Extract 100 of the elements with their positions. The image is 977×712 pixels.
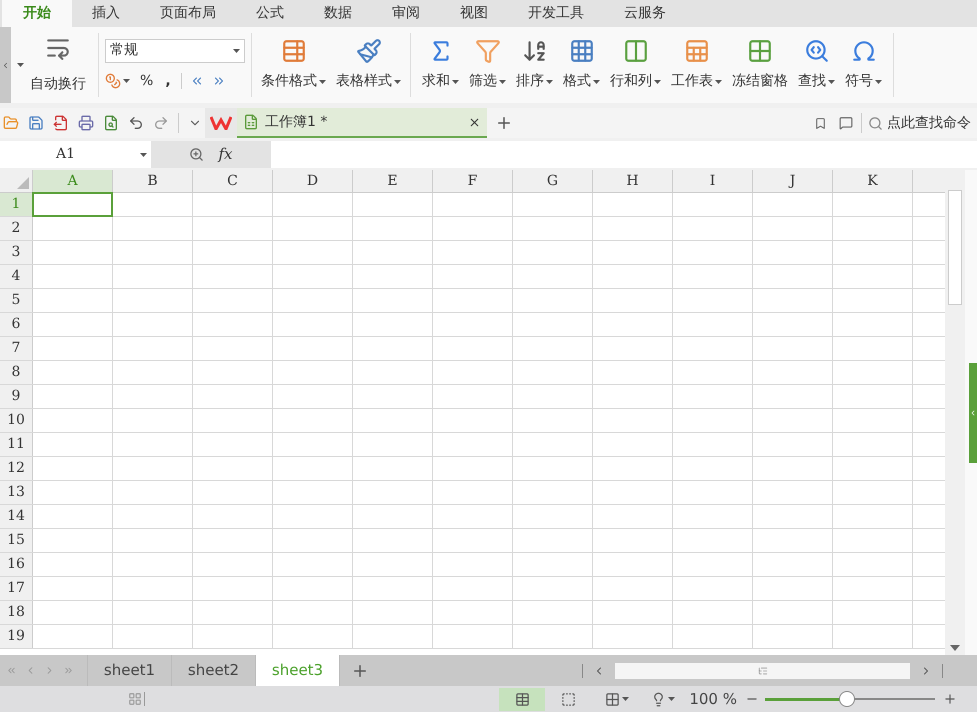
row-header[interactable]: 18 xyxy=(0,601,33,624)
printer-icon[interactable] xyxy=(78,115,94,131)
caret-icon xyxy=(593,80,600,84)
row-header[interactable]: 8 xyxy=(0,361,33,384)
row-header[interactable]: 9 xyxy=(0,385,33,408)
column-header[interactable]: J xyxy=(753,170,833,192)
zoom-icon[interactable] xyxy=(189,147,204,162)
row-header[interactable]: 12 xyxy=(0,457,33,480)
grid-icon xyxy=(747,38,773,64)
column-header[interactable]: C xyxy=(193,170,273,192)
search-icon xyxy=(868,116,883,130)
save-icon[interactable] xyxy=(28,115,44,131)
horizontal-scrollbar[interactable] xyxy=(615,662,910,678)
ribbon-button[interactable]: 排序 xyxy=(511,34,558,96)
caret-icon xyxy=(452,80,459,84)
view-button[interactable] xyxy=(499,688,546,710)
currency-icon[interactable] xyxy=(105,73,121,89)
command-search-field[interactable]: 点此查找命令 xyxy=(862,112,977,134)
preview-icon[interactable] xyxy=(103,115,119,131)
row-header[interactable]: 4 xyxy=(0,265,33,288)
row-header[interactable]: 13 xyxy=(0,481,33,504)
row-header[interactable]: 11 xyxy=(0,433,33,456)
column-header[interactable]: B xyxy=(113,170,193,192)
logo-icon xyxy=(210,116,232,130)
caret-icon xyxy=(828,80,835,84)
ribbon-button[interactable]: 工作表 xyxy=(666,34,727,96)
column-header[interactable]: I xyxy=(673,170,753,192)
spreadsheet-icon xyxy=(243,114,259,130)
message-icon[interactable] xyxy=(839,116,853,130)
side-panel-handle[interactable] xyxy=(969,362,977,462)
ribbon-button[interactable]: 行和列 xyxy=(605,34,666,96)
zoom-slider-thumb[interactable] xyxy=(838,691,855,707)
chevron-left-icon xyxy=(1,60,10,70)
export-icon[interactable] xyxy=(53,115,69,131)
formula-field[interactable] xyxy=(271,141,977,168)
row-header[interactable]: 10 xyxy=(0,409,33,432)
row-header[interactable]: 7 xyxy=(0,337,33,360)
ribbon-button[interactable]: 表格样式 xyxy=(331,34,406,96)
row-header[interactable]: 16 xyxy=(0,553,33,576)
column-header[interactable]: K xyxy=(833,170,913,192)
comma-button[interactable]: , xyxy=(163,70,173,92)
row-header[interactable]: 17 xyxy=(0,577,33,600)
row-header[interactable]: 3 xyxy=(0,241,33,264)
ribbon-tab[interactable]: 开始 xyxy=(2,0,72,27)
ribbon-tab[interactable]: 云服务 xyxy=(604,0,686,27)
ribbon-tab[interactable]: 开发工具 xyxy=(508,0,604,27)
bookmark-icon[interactable] xyxy=(814,116,827,130)
new-tab-icon[interactable] xyxy=(495,114,513,132)
caret-icon xyxy=(654,80,661,84)
caret-icon xyxy=(499,80,506,84)
ribbon-button[interactable]: 筛选 xyxy=(464,34,511,96)
layout-icon[interactable] xyxy=(605,692,620,706)
ribbon-tab[interactable]: 视图 xyxy=(440,0,508,27)
ribbon-button[interactable]: 冻结窗格 xyxy=(727,34,793,96)
row-header[interactable]: 15 xyxy=(0,529,33,552)
row-header[interactable]: 6 xyxy=(0,313,33,336)
ribbon-button[interactable]: 条件格式 xyxy=(256,34,331,96)
redo-icon[interactable] xyxy=(153,115,169,131)
column-header[interactable]: H xyxy=(593,170,673,192)
ribbon-tab[interactable]: 页面布局 xyxy=(140,0,236,27)
ribbon-tab[interactable]: 数据 xyxy=(304,0,372,27)
number-format-dropdown[interactable]: 常规 xyxy=(105,38,245,62)
column-header[interactable]: G xyxy=(513,170,593,192)
brush-icon xyxy=(356,38,382,64)
undo-icon[interactable] xyxy=(128,115,144,131)
caret-icon xyxy=(123,79,130,83)
caret-icon xyxy=(668,697,676,701)
row-header[interactable]: 2 xyxy=(0,217,33,240)
row-header[interactable]: 14 xyxy=(0,505,33,528)
ribbon-tab[interactable]: 插入 xyxy=(72,0,140,27)
caret-icon xyxy=(622,697,630,701)
ribbon-tab[interactable]: 审阅 xyxy=(372,0,440,27)
scroll-down-icon[interactable] xyxy=(950,645,960,651)
ribbon-tab[interactable]: 公式 xyxy=(236,0,304,27)
selected-cell[interactable] xyxy=(32,192,113,217)
caret-icon xyxy=(233,48,240,52)
scrollbar-thumb[interactable] xyxy=(948,190,962,305)
ribbon-button[interactable]: 符号 xyxy=(840,34,887,96)
column-header[interactable]: D xyxy=(273,170,353,192)
ribbon-button[interactable]: 求和 xyxy=(417,34,464,96)
sheet-icon xyxy=(684,38,710,64)
wrap-text-button[interactable]: 自动换行 xyxy=(24,35,92,95)
columns-icon xyxy=(622,38,648,64)
row-header[interactable]: 19 xyxy=(0,625,33,648)
caret-icon xyxy=(394,80,401,84)
grid-icon xyxy=(568,38,594,64)
column-header[interactable]: E xyxy=(353,170,433,192)
ribbon-button[interactable]: 格式 xyxy=(558,34,605,96)
document-tab[interactable]: 工作簿1 * xyxy=(237,108,487,138)
zoom-in-icon[interactable] xyxy=(943,692,957,706)
vertical-scrollbar[interactable] xyxy=(945,170,965,655)
close-icon[interactable] xyxy=(468,116,481,128)
row-header[interactable]: 5 xyxy=(0,289,33,312)
name-box[interactable]: A1 xyxy=(0,141,151,168)
folder-icon[interactable] xyxy=(3,115,19,131)
zoom-level: 100 % xyxy=(689,688,737,710)
function-label[interactable]: fx xyxy=(218,143,232,166)
ribbon-button[interactable]: 查找 xyxy=(793,34,840,96)
column-header[interactable]: F xyxy=(433,170,513,192)
percent-button[interactable]: % xyxy=(138,70,156,92)
